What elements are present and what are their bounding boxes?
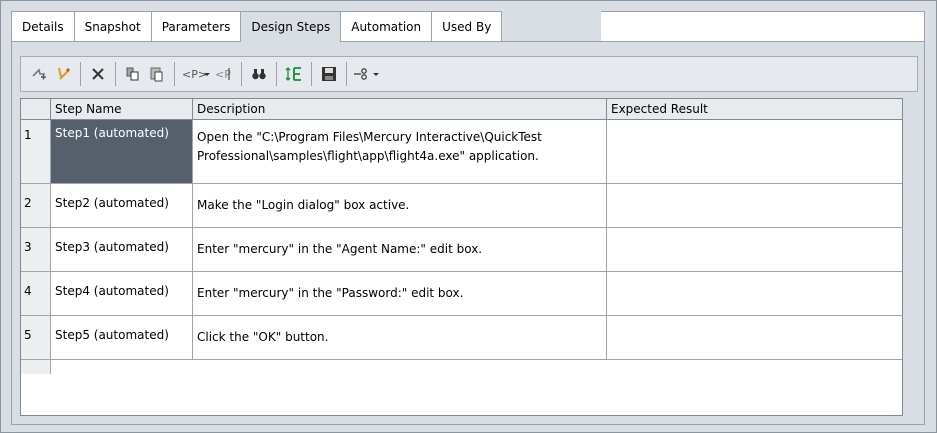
rename-icon[interactable]: <P [213, 62, 235, 86]
link-icon[interactable] [353, 62, 381, 86]
step-name-cell[interactable]: Step3 (automated) [51, 228, 193, 272]
table-row[interactable]: 4 Step4 (automated) Enter "mercury" in t… [21, 272, 902, 316]
column-header-step-name[interactable]: Step Name [51, 99, 193, 119]
description-cell[interactable]: Open the "C:\Program Files\Mercury Inter… [193, 120, 607, 184]
row-number: 1 [21, 120, 51, 184]
renumber-steps-icon[interactable] [283, 62, 305, 86]
description-line: Open the "C:\Program Files\Mercury Inter… [197, 130, 542, 144]
design-steps-grid: Step Name Description Expected Result 1 … [20, 98, 903, 416]
table-row[interactable]: 1 Step1 (automated) Open the "C:\Program… [21, 120, 902, 184]
tab-design-steps[interactable]: Design Steps [240, 11, 342, 42]
insert-parameter-icon[interactable]: <P> [181, 62, 211, 86]
expected-result-cell[interactable] [607, 272, 902, 316]
grid-header: Step Name Description Expected Result [21, 99, 902, 120]
toolbar-separator [80, 62, 81, 86]
step-name-cell[interactable]: Step5 (automated) [51, 316, 193, 360]
find-icon[interactable] [248, 62, 270, 86]
table-row[interactable]: 3 Step3 (automated) Enter "mercury" in t… [21, 228, 902, 272]
description-cell[interactable]: Click the "OK" button. [193, 316, 607, 360]
copy-icon[interactable] [122, 62, 144, 86]
expected-result-cell[interactable] [607, 120, 902, 184]
row-number: 3 [21, 228, 51, 272]
tab-automation[interactable]: Automation [340, 11, 433, 41]
description-cell[interactable]: Enter "mercury" in the "Agent Name:" edi… [193, 228, 607, 272]
toolbar-separator [311, 62, 312, 86]
svg-text:<P>: <P> [182, 68, 207, 81]
toolbar-separator [115, 62, 116, 86]
row-number-header [21, 99, 51, 119]
row-number-strip [21, 360, 51, 374]
row-number: 5 [21, 316, 51, 360]
table-row[interactable]: 2 Step2 (automated) Make the "Login dial… [21, 184, 902, 228]
toolbar-separator [276, 62, 277, 86]
tab-used-by[interactable]: Used By [431, 11, 503, 41]
design-steps-panel: <P> <P Step Name Description Expected Re… [11, 42, 925, 425]
column-header-description[interactable]: Description [193, 99, 607, 119]
description-cell[interactable]: Make the "Login dialog" box active. [193, 184, 607, 228]
step-name-cell[interactable]: Step4 (automated) [51, 272, 193, 316]
column-header-expected-result[interactable]: Expected Result [607, 99, 902, 119]
tab-bar: Details Snapshot Parameters Design Steps… [11, 11, 503, 42]
tab-parameters[interactable]: Parameters [150, 11, 242, 41]
design-steps-window: Details Snapshot Parameters Design Steps… [0, 0, 937, 433]
toolbar: <P> <P [20, 56, 918, 92]
new-step-icon[interactable] [28, 62, 50, 86]
toolbar-separator [174, 62, 175, 86]
call-to-test-icon[interactable] [52, 62, 74, 86]
save-icon[interactable] [318, 62, 340, 86]
tab-snapshot[interactable]: Snapshot [73, 11, 152, 41]
row-number: 4 [21, 272, 51, 316]
paste-icon[interactable] [146, 62, 168, 86]
description-cell[interactable]: Enter "mercury" in the "Password:" edit … [193, 272, 607, 316]
expected-result-cell[interactable] [607, 228, 902, 272]
delete-icon[interactable] [87, 62, 109, 86]
step-name-cell[interactable]: Step1 (automated) [51, 120, 193, 184]
tab-details[interactable]: Details [11, 11, 75, 41]
step-name-cell[interactable]: Step2 (automated) [51, 184, 193, 228]
tab-strip-background [601, 11, 925, 41]
toolbar-separator [241, 62, 242, 86]
row-number: 2 [21, 184, 51, 228]
expected-result-cell[interactable] [607, 316, 902, 360]
table-row[interactable]: 5 Step5 (automated) Click the "OK" butto… [21, 316, 902, 360]
toolbar-separator [346, 62, 347, 86]
description-line: Professional\samples\flight\app\flight4a… [197, 149, 539, 163]
expected-result-cell[interactable] [607, 184, 902, 228]
